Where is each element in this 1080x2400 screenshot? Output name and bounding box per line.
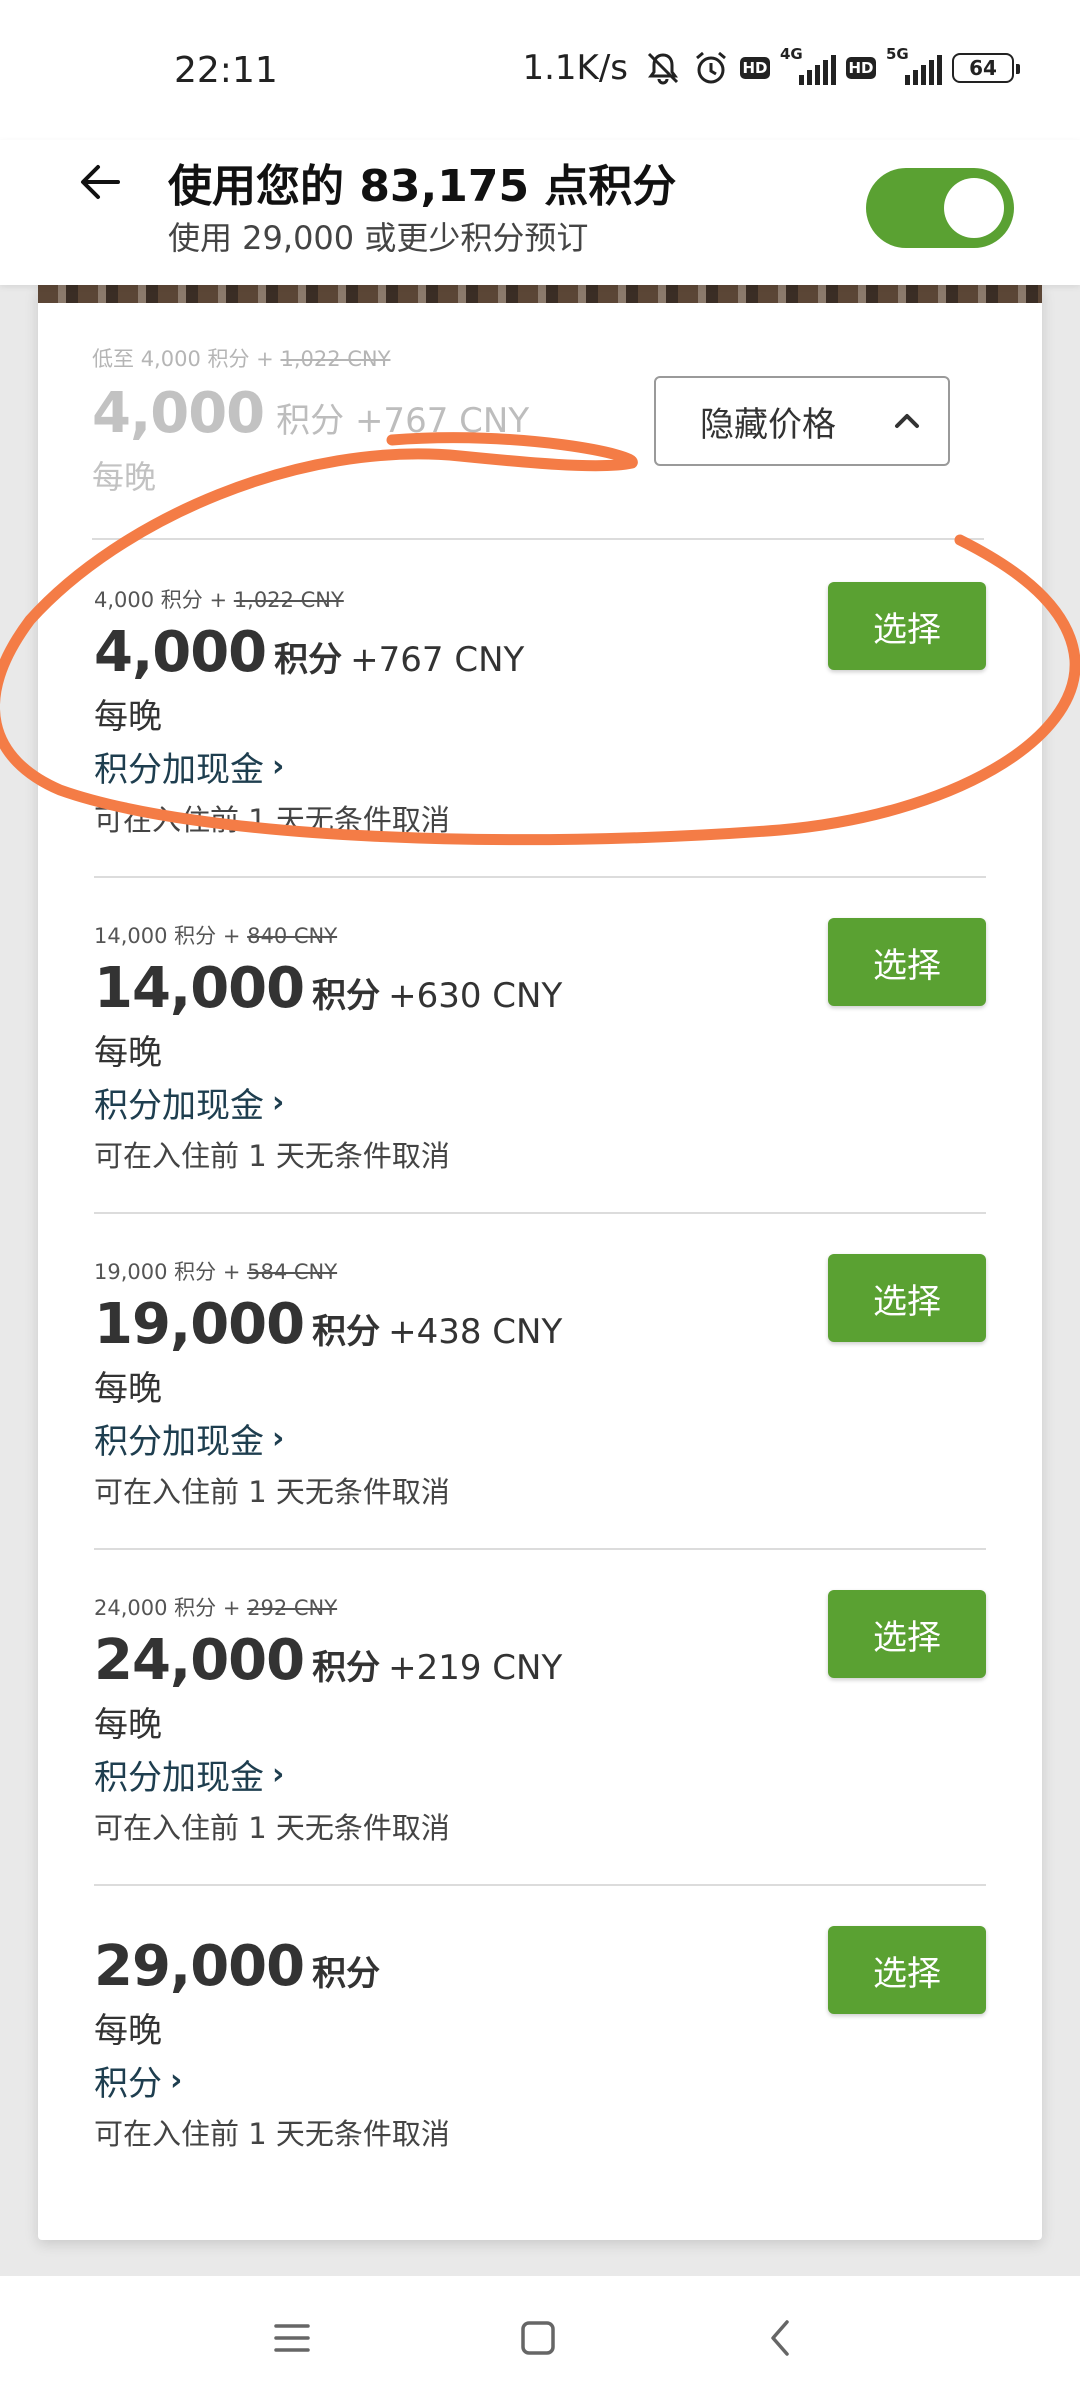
option-small-points: 19,000 积分 [94, 1260, 217, 1284]
option-small-points: 24,000 积分 [94, 1596, 217, 1620]
option-per-night: 每晚 [94, 1033, 162, 1073]
option-points: 19,000 [94, 1292, 305, 1357]
summary-unit-cash: 积分 +767 CNY [276, 401, 530, 441]
hide-prices-label: 隐藏价格 [700, 404, 836, 445]
option-cash: +219 CNY [388, 1648, 563, 1688]
points-plus-cash-label: 积分加现金 [94, 1422, 264, 1462]
option-points: 24,000 [94, 1628, 305, 1693]
select-button[interactable]: 选择 [828, 1926, 986, 2014]
alarm-clock-icon [692, 49, 730, 87]
option-small-plus: + [209, 588, 228, 612]
signal-5g-icon: 5G [886, 45, 942, 85]
select-button[interactable]: 选择 [828, 918, 986, 1006]
status-bar: 22:11 1.1K/s HD 4G HD 5G 64 [0, 0, 1080, 140]
system-nav-bar [0, 2276, 1080, 2400]
cancellation-policy: 可在入住前 1 天无条件取消 [94, 1475, 450, 1509]
divider [94, 876, 986, 878]
option-original-price: 840 CNY [247, 924, 338, 948]
select-button[interactable]: 选择 [828, 582, 986, 670]
toggle-knob [944, 178, 1004, 238]
room-photo [38, 285, 1042, 303]
points-plus-cash-label: 积分加现金 [94, 1086, 264, 1126]
signal-4g-icon: 4G [780, 45, 836, 85]
home-square-icon[interactable] [516, 2316, 560, 2360]
chevron-up-icon [895, 414, 919, 428]
option-points: 29,000 [94, 1934, 305, 1999]
chevron-left-icon[interactable] [758, 2316, 802, 2360]
chevron-right-icon: › [272, 1085, 285, 1120]
points-plus-cash-label: 积分加现金 [94, 1758, 264, 1798]
option-points: 14,000 [94, 956, 305, 1021]
option-unit: 积分 [312, 1954, 381, 1994]
page-subtitle: 使用 29,000 或更少积分预订 [168, 219, 589, 257]
chevron-right-icon: › [272, 749, 285, 784]
points-plus-cash-link[interactable]: 积分加现金 › [94, 742, 1044, 791]
summary-points: 4,000 [92, 381, 265, 446]
option-per-night: 每晚 [94, 1705, 162, 1745]
option-original-price: 584 CNY [247, 1260, 338, 1284]
chevron-right-icon: › [272, 1757, 285, 1792]
option-small-plus: + [222, 1596, 241, 1620]
option-unit: 积分 [312, 976, 381, 1016]
points-plus-cash-link[interactable]: 积分加现金 › [94, 1414, 1044, 1463]
option-cash: +438 CNY [388, 1312, 563, 1352]
chevron-right-icon: › [170, 2063, 183, 2098]
points-plus-cash-link[interactable]: 积分加现金 › [94, 1078, 1044, 1127]
mute-bell-icon [644, 49, 682, 87]
option-small-points: 4,000 积分 [94, 588, 203, 612]
select-button[interactable]: 选择 [828, 1590, 986, 1678]
summary-original-price: 1,022 CNY [280, 347, 391, 371]
cancellation-policy: 可在入住前 1 天无条件取消 [94, 2117, 450, 2151]
option-cash: +767 CNY [350, 640, 525, 680]
option-original-price: 1,022 CNY [233, 588, 344, 612]
option-unit: 积分 [312, 1312, 381, 1352]
chevron-right-icon: › [272, 1421, 285, 1456]
status-icons: 1.1K/s HD 4G HD 5G 64 [522, 45, 1020, 88]
divider [94, 1884, 986, 1886]
summary-small-plus: + [256, 347, 274, 371]
from-label: 低至 [92, 347, 134, 371]
select-button[interactable]: 选择 [828, 1254, 986, 1342]
points-plus-cash-link[interactable]: 积分加现金 › [94, 1750, 1044, 1799]
option-small-points: 14,000 积分 [94, 924, 217, 948]
hide-prices-button[interactable]: 隐藏价格 [654, 376, 950, 466]
points-plus-cash-label: 积分加现金 [94, 750, 264, 790]
option-cash: +630 CNY [388, 976, 563, 1016]
divider [92, 538, 984, 540]
option-unit: 积分 [274, 640, 343, 680]
option-small-plus: + [222, 1260, 241, 1284]
use-points-toggle[interactable] [866, 168, 1014, 248]
header: 使用您的 83,175 点积分 使用 29,000 或更少积分预订 [0, 140, 1080, 285]
divider [94, 1212, 986, 1214]
page-title: 使用您的 83,175 点积分 [168, 161, 677, 212]
menu-icon[interactable] [270, 2316, 314, 2360]
divider [94, 1548, 986, 1550]
summary-small-points: 4,000 积分 [140, 347, 250, 371]
option-per-night: 每晚 [94, 697, 162, 737]
hd-badge: HD [740, 57, 770, 79]
network-speed: 1.1K/s [522, 48, 628, 88]
arrow-left-icon[interactable] [72, 154, 128, 210]
option-points: 4,000 [94, 620, 267, 685]
option-small-plus: + [222, 924, 241, 948]
battery-icon: 64 [952, 53, 1020, 83]
points-link[interactable]: 积分 › [94, 2056, 1044, 2105]
option-per-night: 每晚 [94, 1369, 162, 1409]
status-time: 22:11 [174, 50, 278, 91]
cancellation-policy: 可在入住前 1 天无条件取消 [94, 1811, 450, 1845]
cancellation-policy: 可在入住前 1 天无条件取消 [94, 803, 450, 837]
summary-small-line: 低至 4,000 积分 + 1,022 CNY [92, 343, 1032, 373]
option-unit: 积分 [312, 1648, 381, 1688]
points-label: 积分 [94, 2064, 162, 2104]
cancellation-policy: 可在入住前 1 天无条件取消 [94, 1139, 450, 1173]
hd-badge-2: HD [846, 57, 876, 79]
option-original-price: 292 CNY [247, 1596, 338, 1620]
